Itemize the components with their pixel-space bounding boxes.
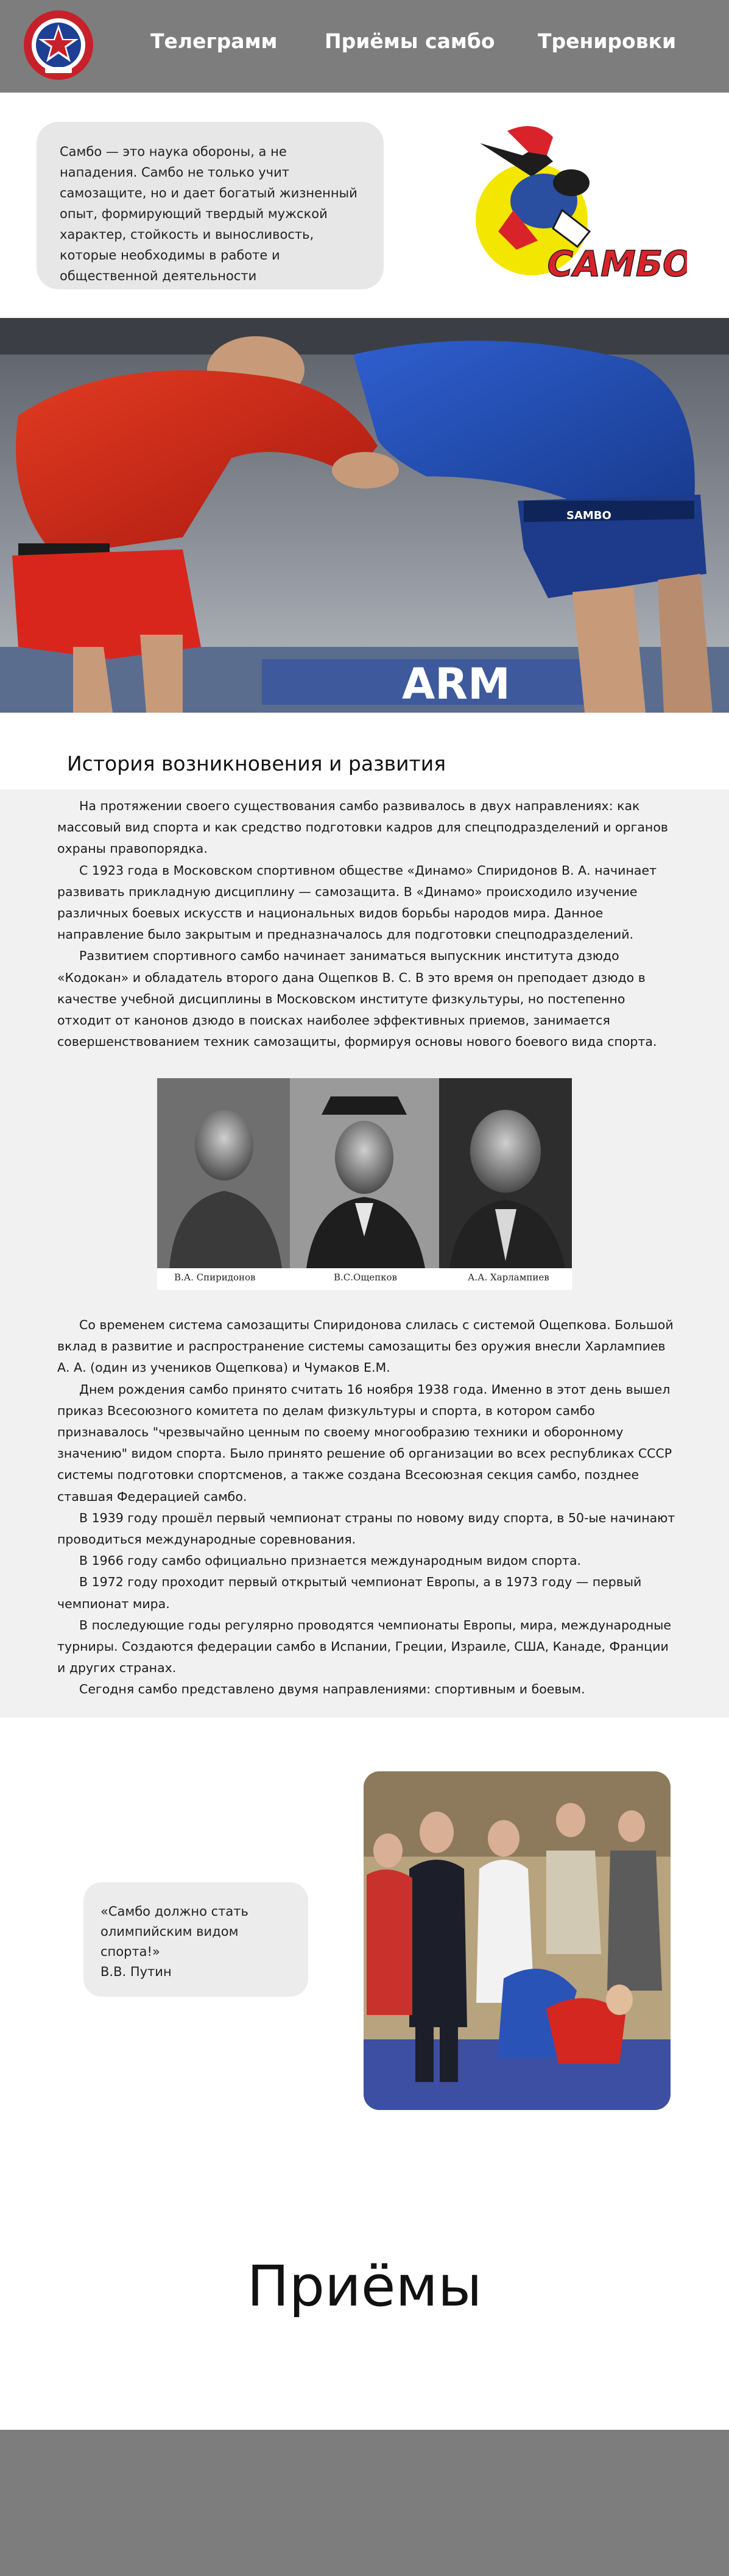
intro-text-box: Самбо — это наука обороны, а не нападени…	[37, 122, 384, 289]
founders-photos: В.А. Спиридонов В.С.Ощепков А.А. Харламп…	[157, 1078, 572, 1290]
history-paragraph: В 1966 году самбо официально признается …	[79, 1553, 582, 1569]
history-paragraph: На протяжении своего существования самбо…	[57, 799, 668, 856]
putin-quote-box: «Самбо должно стать олимпийским видом сп…	[83, 1882, 308, 1997]
nav-training-link[interactable]: Тренировки	[538, 29, 676, 53]
history-paragraph: Днем рождения самбо принято считать 16 н…	[57, 1382, 672, 1504]
founders-portraits-image	[157, 1078, 572, 1268]
history-paragraph: Со временем система самозащиты Спиридоно…	[57, 1318, 674, 1375]
hero-belt-text: SAMBO	[566, 509, 611, 522]
history-paragraph: В 1972 году проходит первый открытый чем…	[57, 1575, 642, 1611]
history-text-bottom: Со временем система самозащиты Спиридоно…	[57, 1314, 678, 1701]
site-footer	[0, 2430, 729, 2576]
caption-oshchepkov: В.С.Ощепков	[334, 1272, 398, 1283]
nav-telegram-link[interactable]: Телеграмм	[150, 29, 278, 53]
hero-banner-text: ARM	[402, 659, 510, 709]
site-header: Телеграмм Приёмы самбо Тренировки	[0, 0, 729, 93]
putin-sambo-photo	[364, 1771, 671, 2110]
sambo-logo-word: САМБО	[548, 243, 687, 284]
history-section: На протяжении своего существования самбо…	[0, 789, 729, 1718]
nav-techniques-link[interactable]: Приёмы самбо	[325, 29, 495, 53]
history-paragraph: С 1923 года в Московском спортивном обще…	[57, 863, 657, 942]
federation-logo-icon[interactable]	[22, 9, 95, 82]
caption-spiridonov: В.А. Спиридонов	[174, 1272, 256, 1283]
caption-kharlampiev: А.А. Харлампиев	[468, 1272, 549, 1283]
history-section-title: История возникновения и развития	[67, 752, 446, 775]
history-paragraph: Сегодня самбо представлено двумя направл…	[79, 1682, 585, 1697]
history-paragraph: Развитием спортивного самбо начинает зан…	[57, 948, 657, 1050]
techniques-heading: Приёмы	[247, 2254, 482, 2319]
sambo-emblem-image: САМБО	[476, 126, 687, 285]
hero-wrestlers-photo: ARM SAMBO	[0, 318, 729, 713]
quote-text: «Самбо должно стать олимпийским видом сп…	[100, 1904, 248, 1959]
quote-author: В.В. Путин	[100, 1964, 172, 1979]
history-paragraph: В последующие годы регулярно проводятся …	[57, 1617, 672, 1676]
history-text-top: На протяжении своего существования самбо…	[57, 796, 678, 1053]
history-paragraph: В 1939 году прошёл первый чемпионат стра…	[57, 1510, 675, 1547]
